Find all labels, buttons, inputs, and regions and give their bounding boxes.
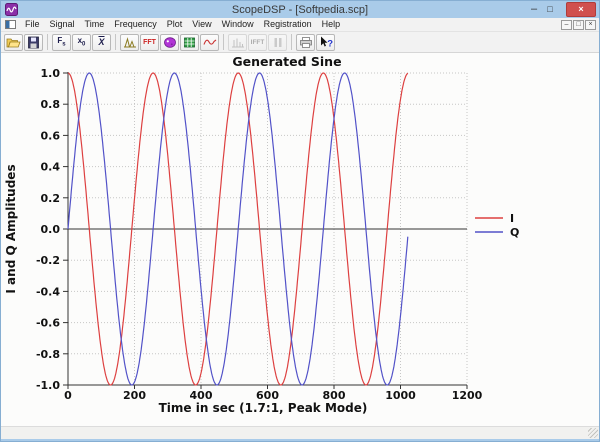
title-bar: ScopeDSP - [Softpedia.scp] – □ × <box>1 1 599 18</box>
fft-button[interactable]: FFT <box>140 33 159 51</box>
chart-title: Generated Sine <box>232 54 341 69</box>
plot-time-button[interactable] <box>120 33 139 51</box>
purple-palette-icon <box>163 36 176 48</box>
y-tick-label: -0.8 <box>36 348 60 361</box>
open-folder-icon <box>6 38 21 47</box>
pause-button <box>268 33 287 51</box>
y-tick-label: 0.0 <box>41 223 61 236</box>
sample-rate-button[interactable]: Fs <box>52 33 71 51</box>
close-button[interactable]: × <box>566 2 596 17</box>
legend-label-q: Q <box>510 226 519 239</box>
y-tick-label: 0.6 <box>41 129 61 142</box>
menu-registration[interactable]: Registration <box>259 18 317 31</box>
toolbar: Fs x0 X FFT IFFT ? <box>1 31 599 53</box>
toolbar-separator <box>47 34 48 50</box>
toolbar-separator <box>291 34 292 50</box>
save-button[interactable] <box>24 33 43 51</box>
plot-client-area: 1.0 0.8 0.6 0.4 0.2 0.0 -0.2 -0.4 -0.6 -0.8 -1.0 0 2… <box>1 53 599 426</box>
menu-help[interactable]: Help <box>317 18 346 31</box>
mdi-close-button[interactable]: × <box>585 19 596 30</box>
window-title: ScopeDSP - [Softpedia.scp] <box>231 3 369 16</box>
menu-signal[interactable]: Signal <box>45 18 80 31</box>
x-tick-label: 0 <box>64 389 72 402</box>
resize-grip-icon[interactable] <box>588 428 598 438</box>
y-tick-label: 0.4 <box>41 161 61 174</box>
fft-label: FFT <box>143 38 156 46</box>
pause-icon <box>274 37 281 47</box>
y-tick-label: -0.2 <box>36 254 60 267</box>
toolbar-separator <box>115 34 116 50</box>
help-pointer-icon: ? <box>320 36 333 49</box>
x-axis-title: Time in sec (1.7:1, Peak Mode) <box>159 401 368 415</box>
sine-chart: 1.0 0.8 0.6 0.4 0.2 0.0 -0.2 -0.4 -0.6 -0.8 -1.0 0 2… <box>4 54 519 415</box>
edit-signal-button[interactable] <box>160 33 179 51</box>
window-controls: – □ × <box>526 1 599 18</box>
save-floppy-icon <box>28 36 39 48</box>
y-tick-label: 0.8 <box>41 98 61 111</box>
mdi-document-icon[interactable] <box>5 20 16 29</box>
y-tick-label: -0.6 <box>36 317 60 330</box>
menu-time[interactable]: Time <box>80 18 110 31</box>
y-tick-label: -0.4 <box>36 285 60 298</box>
y-tick-label: 1.0 <box>41 67 61 80</box>
menu-window[interactable]: Window <box>217 18 259 31</box>
context-help-button[interactable]: ? <box>316 33 335 51</box>
y-tick-label: 0.2 <box>41 192 61 205</box>
mdi-restore-button[interactable]: □ <box>573 19 584 30</box>
minimize-button[interactable]: – <box>526 2 542 17</box>
generate-sine-button[interactable] <box>200 33 219 51</box>
menu-file[interactable]: File <box>20 18 45 31</box>
x0-label: x0 <box>77 36 86 48</box>
menu-plot[interactable]: Plot <box>162 18 188 31</box>
mdi-window-controls: – □ × <box>561 19 596 30</box>
ifft-label: IFFT <box>250 38 265 46</box>
sine-wave-icon <box>202 39 216 45</box>
app-icon <box>5 3 18 16</box>
spectrum-button[interactable]: X <box>92 33 111 51</box>
plot-frequency-button <box>228 33 247 51</box>
menu-bar: File Signal Time Frequency Plot View Win… <box>1 18 599 31</box>
x-tick-label: 1200 <box>452 389 483 402</box>
green-grid-icon <box>184 37 195 47</box>
y-axis-title: I and Q Amplitudes <box>4 164 18 293</box>
frequency-plot-icon <box>231 38 244 47</box>
fs-label: Fs <box>57 36 66 48</box>
maximize-button[interactable]: □ <box>542 2 558 17</box>
ifft-button: IFFT <box>248 33 267 51</box>
menu-view[interactable]: View <box>187 18 216 31</box>
open-file-button[interactable] <box>4 33 23 51</box>
svg-text:?: ? <box>327 38 333 49</box>
x-tick-label: 200 <box>123 389 146 402</box>
time-plot-icon <box>123 36 136 47</box>
toolbar-separator <box>223 34 224 50</box>
status-bar <box>1 426 599 439</box>
menu-frequency[interactable]: Frequency <box>109 18 162 31</box>
time-domain-button[interactable]: x0 <box>72 33 91 51</box>
printer-icon <box>299 36 312 48</box>
mdi-minimize-button[interactable]: – <box>561 19 572 30</box>
x-tick-label: 1000 <box>385 389 416 402</box>
data-grid-button[interactable] <box>180 33 199 51</box>
print-button[interactable] <box>296 33 315 51</box>
legend-label-i: I <box>510 212 514 225</box>
y-tick-label: -1.0 <box>36 379 60 392</box>
xbar-label: X <box>98 37 105 47</box>
app-window: ScopeDSP - [Softpedia.scp] – □ × File Si… <box>0 0 600 442</box>
